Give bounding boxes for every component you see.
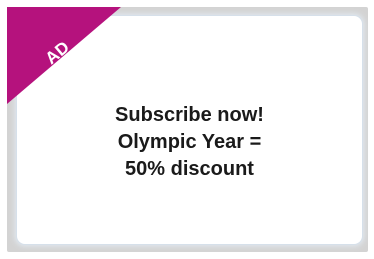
ad-message[interactable]: Subscribe now! Olympic Year = 50% discou… <box>17 102 362 183</box>
ad-message-line-1: Subscribe now! <box>115 104 264 126</box>
ad-message-line-2: Olympic Year = <box>117 131 262 153</box>
ad-message-line-3: 50% discount <box>125 158 254 180</box>
